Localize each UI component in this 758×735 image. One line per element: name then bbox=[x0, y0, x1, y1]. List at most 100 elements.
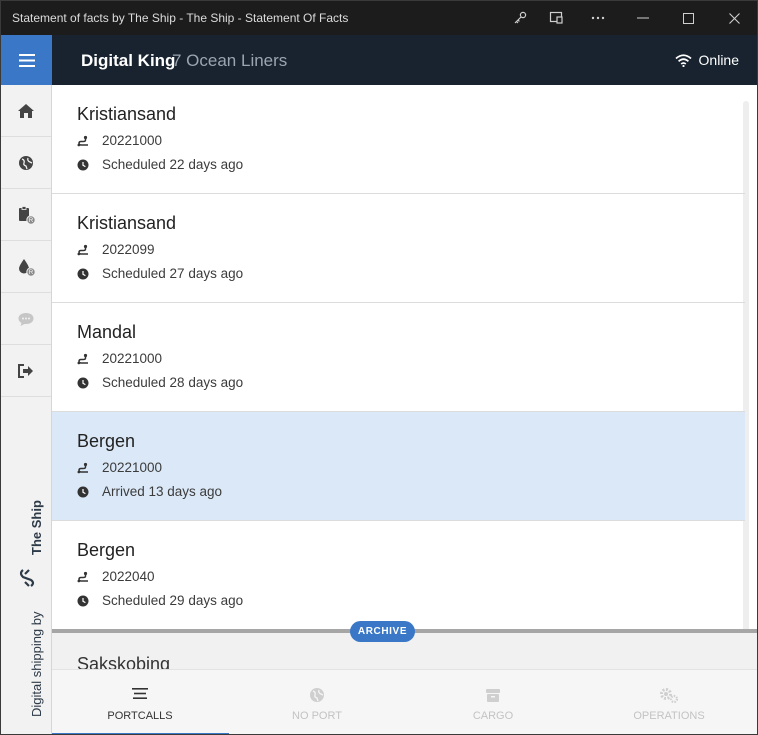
route-icon bbox=[77, 244, 88, 255]
route-icon bbox=[77, 462, 88, 473]
clock-icon bbox=[77, 159, 89, 170]
archived-port-name: Sakskobing bbox=[77, 654, 171, 669]
sidebar-item-drop[interactable]: R bbox=[1, 241, 51, 293]
port-name: Kristiansand bbox=[77, 213, 177, 233]
sidebar: R R Digital shipping by The Ship bbox=[1, 35, 52, 734]
clock-icon bbox=[77, 268, 89, 279]
svg-text:R: R bbox=[29, 270, 34, 276]
voyage-number: 20221000 bbox=[102, 460, 163, 475]
tab-operations[interactable]: OPERATIONS bbox=[581, 670, 757, 734]
status-line: Scheduled 22 days ago bbox=[77, 157, 243, 172]
svg-text:R: R bbox=[29, 218, 34, 224]
status-line: Scheduled 28 days ago bbox=[77, 375, 243, 390]
voyage-line: 2022040 bbox=[77, 569, 155, 584]
gears-icon bbox=[660, 688, 679, 703]
the-ship-logo-icon bbox=[19, 569, 35, 587]
portcall-status: Scheduled 22 days ago bbox=[102, 157, 244, 172]
status-line: Scheduled 29 days ago bbox=[77, 593, 243, 608]
title-bar: Statement of facts by The Ship - The Shi… bbox=[1, 1, 757, 35]
route-icon bbox=[77, 353, 89, 365]
portcall-list-item[interactable]: Kristiansand 2022099 Scheduled 27 days ago bbox=[52, 194, 745, 303]
cargo-icon bbox=[486, 689, 500, 702]
app-window: Statement of facts by The Ship - The Shi… bbox=[0, 0, 758, 735]
more-icon[interactable] bbox=[589, 9, 607, 27]
voyage-number: 2022099 bbox=[102, 242, 155, 257]
tab-label: CARGO bbox=[472, 710, 514, 722]
tab-cargo[interactable]: CARGO bbox=[405, 670, 581, 734]
status-label: Online bbox=[698, 52, 739, 68]
sidebar-item-clipboard[interactable]: R bbox=[1, 189, 51, 241]
tab-no-port[interactable]: NO PORT bbox=[229, 670, 405, 734]
voyage-line: 20221000 bbox=[77, 133, 162, 148]
route-icon bbox=[77, 135, 89, 147]
clock-icon bbox=[77, 595, 89, 607]
window-title: Statement of facts by The Ship - The Shi… bbox=[12, 11, 349, 25]
port-name: Mandal bbox=[77, 322, 137, 342]
clock-icon bbox=[77, 377, 89, 388]
portcall-list-item[interactable]: Bergen 2022040 Scheduled 29 days ago bbox=[52, 521, 745, 630]
route-icon bbox=[77, 571, 89, 583]
clipboard-icon: R bbox=[19, 205, 36, 225]
logout-icon bbox=[18, 363, 33, 378]
portcall-list-item[interactable]: Mandal 20221000 Scheduled 28 days ago bbox=[52, 303, 745, 412]
home-icon bbox=[18, 103, 34, 118]
brand-name: The Ship bbox=[29, 500, 44, 555]
tab-label: PORTCALLS bbox=[107, 710, 173, 722]
brand-name-wrap: The Ship bbox=[29, 500, 44, 555]
voyage-line: 20221000 bbox=[77, 460, 162, 475]
drop-icon: R bbox=[19, 258, 36, 277]
chat-icon bbox=[18, 312, 34, 326]
route-icon bbox=[77, 353, 88, 364]
tab-label: OPERATIONS bbox=[633, 710, 705, 722]
sidebar-item-chat[interactable] bbox=[1, 293, 51, 345]
route-icon bbox=[77, 244, 89, 256]
connection-status: Online bbox=[674, 52, 739, 68]
sidebar-item-home[interactable] bbox=[1, 85, 51, 137]
port-name: Bergen bbox=[77, 431, 136, 451]
clock-icon bbox=[77, 377, 89, 389]
clock-icon bbox=[77, 486, 89, 497]
brand-block: Digital shipping by The Ship bbox=[1, 497, 52, 727]
port-name: Kristiansand bbox=[77, 104, 177, 124]
portcall-list-item[interactable]: Kristiansand 20221000 Scheduled 22 days ag… bbox=[52, 85, 745, 194]
sidebar-item-globe[interactable] bbox=[1, 137, 51, 189]
sidebar-item-logout[interactable] bbox=[1, 345, 51, 397]
clock-icon bbox=[77, 159, 89, 171]
port-name: Bergen bbox=[77, 540, 136, 560]
tab-label: NO PORT bbox=[292, 710, 342, 722]
hamburger-icon bbox=[18, 53, 35, 67]
clock-icon bbox=[77, 595, 89, 606]
voyage-number: 20221000 bbox=[102, 351, 163, 366]
cast-icon[interactable] bbox=[547, 9, 565, 27]
clock-icon bbox=[77, 268, 89, 280]
voyage-number: 20221000 bbox=[102, 133, 163, 148]
list-icon bbox=[132, 688, 148, 699]
route-icon bbox=[77, 462, 89, 474]
portcall-status: Scheduled 28 days ago bbox=[102, 375, 244, 390]
brand-text: Digital shipping by bbox=[29, 611, 44, 717]
status-line: Scheduled 27 days ago bbox=[77, 266, 243, 281]
portcall-list-item[interactable]: Bergen 20221000 Arrived 13 days ago bbox=[52, 412, 745, 521]
portcall-list: Kristiansand 20221000 Scheduled 22 days ag… bbox=[52, 85, 757, 630]
voyage-line: 2022099 bbox=[77, 242, 155, 257]
brand-prefix: Digital shipping by bbox=[29, 611, 44, 717]
archive-button[interactable]: ARCHIVE bbox=[350, 621, 415, 642]
bottom-tab-bar: PORTCALLS NO PORT CARGO OPERATIONS bbox=[52, 669, 757, 734]
ship-name: Digital King bbox=[81, 51, 176, 70]
close-icon[interactable] bbox=[725, 9, 743, 27]
status-line: Arrived 13 days ago bbox=[77, 484, 222, 499]
portcall-status: Scheduled 29 days ago bbox=[102, 593, 244, 608]
company-name: 7 Ocean Liners bbox=[172, 51, 288, 70]
wifi-icon bbox=[674, 53, 692, 67]
clock-icon bbox=[77, 486, 89, 498]
minimize-icon[interactable] bbox=[634, 9, 652, 27]
portcall-status: Arrived 13 days ago bbox=[102, 484, 223, 499]
app-header: Digital King 7 Ocean Liners Online bbox=[52, 35, 757, 85]
menu-button[interactable] bbox=[1, 35, 52, 85]
voyage-number: 2022040 bbox=[102, 569, 155, 584]
portcall-status: Scheduled 27 days ago bbox=[102, 266, 244, 281]
route-icon bbox=[77, 571, 88, 582]
key-icon[interactable] bbox=[511, 9, 529, 27]
maximize-icon[interactable] bbox=[679, 9, 697, 27]
tab-portcalls[interactable]: PORTCALLS bbox=[52, 670, 229, 734]
